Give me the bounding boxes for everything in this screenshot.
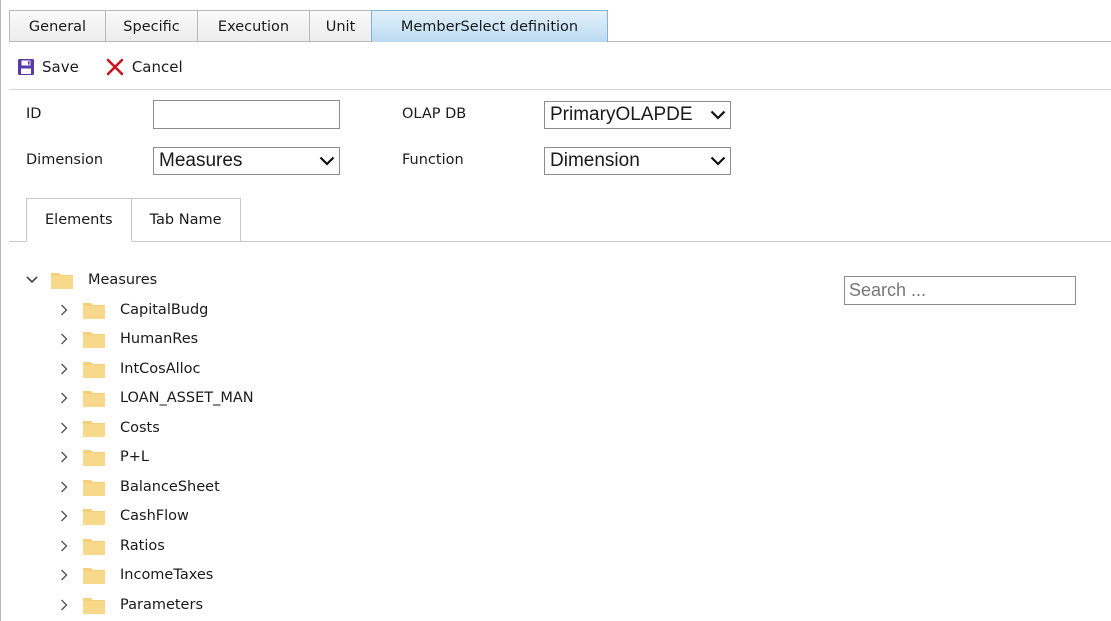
tab-execution[interactable]: Execution bbox=[197, 10, 310, 42]
folder-icon bbox=[83, 330, 105, 348]
inner-tab-strip: Elements Tab Name bbox=[26, 198, 241, 242]
folder-icon bbox=[83, 301, 105, 319]
chevron-right-icon[interactable] bbox=[55, 360, 73, 378]
chevron-down-icon bbox=[706, 110, 730, 120]
tree-node-label[interactable]: IncomeTaxes bbox=[120, 567, 213, 583]
id-input[interactable] bbox=[153, 100, 340, 129]
tab-tab-name[interactable]: Tab Name bbox=[130, 198, 241, 242]
tab-label: General bbox=[28, 18, 87, 35]
tab-memberselect-definition[interactable]: MemberSelect definition bbox=[371, 10, 608, 42]
dimension-selected-value: Measures bbox=[159, 150, 243, 171]
toolbar: Save Cancel bbox=[17, 52, 209, 82]
chevron-right-icon[interactable] bbox=[55, 566, 73, 584]
chevron-right-icon[interactable] bbox=[55, 537, 73, 555]
tree-node-label[interactable]: Costs bbox=[120, 420, 160, 436]
chevron-right-icon[interactable] bbox=[55, 478, 73, 496]
folder-icon bbox=[83, 448, 105, 466]
inner-tab-divider bbox=[9, 241, 1111, 242]
chevron-down-icon bbox=[315, 156, 339, 166]
folder-icon bbox=[83, 507, 105, 525]
chevron-right-icon[interactable] bbox=[55, 448, 73, 466]
form-panel: General Specific Execution Unit MemberSe… bbox=[0, 0, 1111, 621]
tree-node[interactable]: BalanceSheet bbox=[55, 472, 220, 501]
save-icon bbox=[18, 59, 34, 75]
tree-node-label[interactable]: CapitalBudg bbox=[120, 302, 208, 318]
olapdb-select[interactable]: PrimaryOLAPDE bbox=[544, 101, 731, 129]
chevron-right-icon[interactable] bbox=[55, 596, 73, 614]
folder-icon bbox=[51, 271, 73, 289]
save-button[interactable]: Save bbox=[17, 58, 79, 76]
tree-node-label[interactable]: Measures bbox=[88, 272, 157, 288]
tab-label: Elements bbox=[45, 212, 113, 228]
chevron-down-icon bbox=[706, 156, 730, 166]
chevron-right-icon[interactable] bbox=[55, 330, 73, 348]
cancel-label: Cancel bbox=[131, 58, 183, 76]
folder-icon bbox=[83, 537, 105, 555]
tree-node-label[interactable]: BalanceSheet bbox=[120, 479, 220, 495]
folder-icon bbox=[83, 566, 105, 584]
tab-label: MemberSelect definition bbox=[400, 18, 579, 35]
tab-label: Tab Name bbox=[149, 212, 222, 228]
chevron-right-icon[interactable] bbox=[55, 507, 73, 525]
close-icon bbox=[106, 58, 124, 76]
tree-node-label[interactable]: P+L bbox=[120, 449, 149, 465]
folder-icon bbox=[83, 360, 105, 378]
olapdb-label: OLAP DB bbox=[402, 106, 467, 122]
dimension-label: Dimension bbox=[26, 152, 104, 168]
dimension-select[interactable]: Measures bbox=[153, 147, 340, 175]
tree-node[interactable]: P+L bbox=[55, 443, 149, 472]
folder-icon bbox=[83, 389, 105, 407]
tree-node[interactable]: Costs bbox=[55, 413, 160, 442]
olapdb-selected-value: PrimaryOLAPDE bbox=[550, 104, 693, 125]
search-input[interactable] bbox=[844, 276, 1076, 305]
chevron-right-icon[interactable] bbox=[55, 419, 73, 437]
tab-label: Unit bbox=[325, 18, 356, 35]
chevron-right-icon[interactable] bbox=[55, 389, 73, 407]
folder-icon bbox=[83, 596, 105, 614]
tree-node[interactable]: IncomeTaxes bbox=[55, 561, 213, 590]
tree-node-label[interactable]: CashFlow bbox=[120, 508, 189, 524]
toolbar-divider bbox=[9, 89, 1111, 90]
tree-node[interactable]: Parameters bbox=[55, 590, 203, 619]
function-select[interactable]: Dimension bbox=[544, 147, 731, 175]
folder-icon bbox=[83, 419, 105, 437]
function-selected-value: Dimension bbox=[550, 150, 640, 171]
tree-node-root[interactable]: Measures bbox=[23, 265, 157, 294]
save-label: Save bbox=[42, 58, 79, 76]
tree-node-label[interactable]: Ratios bbox=[120, 538, 165, 554]
id-label: ID bbox=[26, 106, 42, 122]
chevron-right-icon[interactable] bbox=[55, 301, 73, 319]
tree-node[interactable]: CashFlow bbox=[55, 502, 189, 531]
tab-general[interactable]: General bbox=[9, 10, 106, 42]
tree-node[interactable]: IntCosAlloc bbox=[55, 354, 201, 383]
tree-node-label[interactable]: Parameters bbox=[120, 597, 203, 613]
function-label: Function bbox=[402, 152, 464, 168]
tree-node[interactable]: HumanRes bbox=[55, 325, 198, 354]
tab-label: Specific bbox=[123, 18, 180, 35]
tab-label: Execution bbox=[217, 18, 290, 35]
tree-node-label[interactable]: HumanRes bbox=[120, 331, 198, 347]
chevron-down-icon[interactable] bbox=[23, 271, 41, 289]
tab-specific[interactable]: Specific bbox=[105, 10, 198, 42]
tree-node[interactable]: CapitalBudg bbox=[55, 295, 208, 324]
tree-node-label[interactable]: LOAN_ASSET_MAN bbox=[120, 390, 254, 406]
cancel-button[interactable]: Cancel bbox=[105, 57, 183, 77]
tree-node-label[interactable]: IntCosAlloc bbox=[120, 361, 201, 377]
tab-unit[interactable]: Unit bbox=[309, 10, 372, 42]
top-tab-strip: General Specific Execution Unit MemberSe… bbox=[9, 9, 608, 42]
tab-elements[interactable]: Elements bbox=[26, 198, 132, 242]
tree-node[interactable]: LOAN_ASSET_MAN bbox=[55, 384, 254, 413]
tree-node[interactable]: Ratios bbox=[55, 531, 165, 560]
folder-icon bbox=[83, 478, 105, 496]
